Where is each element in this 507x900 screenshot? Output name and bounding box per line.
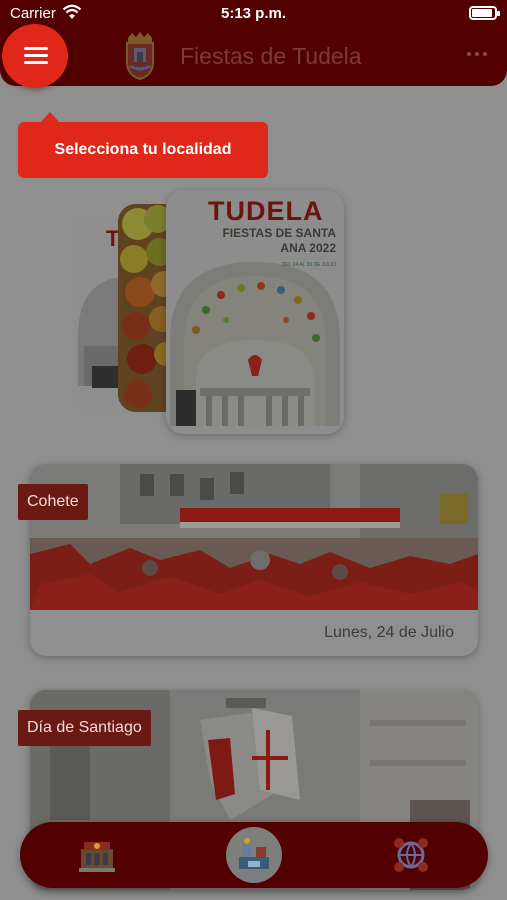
- poster-brand: TUDELA: [208, 196, 324, 226]
- town-hall-icon[interactable]: [72, 830, 122, 880]
- event-card-cohete[interactable]: Lunes, 24 de Julio: [30, 464, 478, 656]
- tooltip-text: Selecciona tu localidad: [54, 141, 232, 158]
- bottom-navigation: [20, 822, 488, 888]
- poster-date: DEL 24 AL 30 DE JULIO: [281, 262, 336, 268]
- event-tag-cohete: Cohete: [18, 484, 88, 520]
- more-dots-icon[interactable]: [465, 46, 489, 60]
- event-tag-label: Cohete: [27, 493, 79, 510]
- global-contact-icon[interactable]: [386, 830, 436, 880]
- select-locality-tooltip[interactable]: Selecciona tu localidad: [18, 112, 268, 178]
- app-header: Fiestas de Tudela: [0, 28, 507, 86]
- event-tag-dia-de-santiago: Día de Santiago: [18, 710, 151, 746]
- coat-of-arms-icon: [126, 32, 154, 80]
- battery-icon: [469, 6, 500, 20]
- poster-subtitle: FIESTAS DE SANTA ANA 2022: [196, 226, 336, 256]
- event-photo-cohete: [30, 464, 478, 610]
- status-bar: Carrier 5:13 p.m.: [0, 0, 507, 28]
- festival-program-icon[interactable]: [226, 827, 282, 883]
- poster-subtitle-line-2: ANA 2022: [280, 241, 336, 255]
- poster-subtitle-line-1: FIESTAS DE SANTA: [222, 226, 336, 240]
- status-time: 5:13 p.m.: [220, 5, 287, 22]
- hamburger-menu-icon[interactable]: [2, 24, 68, 88]
- event-date: Lunes, 24 de Julio: [324, 624, 454, 641]
- event-tag-label: Día de Santiago: [27, 719, 142, 736]
- poster-card-front[interactable]: TUDELA FIESTAS DE SANTA ANA 2022 DEL 24 …: [166, 190, 344, 434]
- page-title: Fiestas de Tudela: [180, 43, 362, 69]
- poster-carousel[interactable]: T TUDELA FIESTAS DE SANTA ANA 2022 DEL 2…: [70, 190, 350, 440]
